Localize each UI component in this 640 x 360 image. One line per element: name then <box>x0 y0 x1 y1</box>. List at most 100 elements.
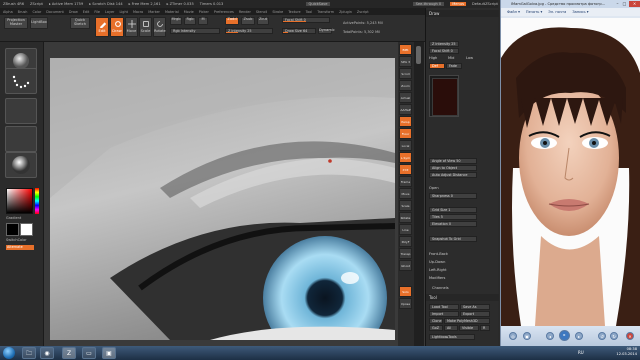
align-to-object-button[interactable]: Align to Object <box>429 165 477 171</box>
maximize-icon[interactable]: □ <box>621 1 628 7</box>
draw-palette-header[interactable]: Draw <box>426 10 499 17</box>
document-canvas[interactable] <box>50 58 395 340</box>
tray-divider[interactable] <box>414 42 424 346</box>
mrgb-button[interactable]: Mrgb <box>170 17 182 25</box>
focal-shift-slider-palette[interactable]: Focal Shift 0 <box>429 48 459 54</box>
menu-item[interactable]: Picker <box>199 10 209 14</box>
scroll-button[interactable]: Scroll <box>399 68 412 79</box>
menu-item[interactable]: Tool <box>306 10 313 14</box>
menu-item[interactable]: Material <box>165 10 179 14</box>
menu-item[interactable]: Alpha <box>3 10 13 14</box>
slideshow-icon[interactable]: ▸ <box>559 330 570 341</box>
material-thumbnail[interactable] <box>5 152 37 178</box>
up-down-label[interactable]: Up-Down <box>429 260 445 266</box>
snapshot-to-grid-button[interactable]: Snapshot To Grid <box>429 236 477 242</box>
fit-icon[interactable]: ▣ <box>523 332 531 340</box>
xpose-button[interactable]: Xpose <box>399 298 412 309</box>
see-through-slider[interactable]: See-through 0 <box>412 2 445 6</box>
tray-scroll-handle[interactable] <box>416 46 421 64</box>
start-button[interactable] <box>3 347 15 359</box>
zsub-button[interactable]: Zsub <box>241 17 255 25</box>
m-button[interactable]: M <box>198 17 208 25</box>
grid-size-slider[interactable]: Grid Size 1 <box>429 207 477 213</box>
burn-menu[interactable]: Запись ▾ <box>572 8 588 16</box>
menu-item[interactable]: Edit <box>83 10 90 14</box>
menu-item[interactable]: File <box>94 10 100 14</box>
lightbox-tools-button[interactable]: Lightbox▸Tools <box>429 334 475 340</box>
switch-color-button[interactable]: SwitchColor <box>6 238 27 242</box>
left-right-label[interactable]: Left-Right <box>429 268 447 274</box>
actual-button[interactable]: Actual <box>399 92 412 103</box>
goz-button[interactable]: GoZ <box>429 325 443 331</box>
polyf-button[interactable]: PolyF <box>399 236 412 247</box>
alpha-thumbnail[interactable] <box>5 98 37 124</box>
menu-item[interactable]: Stroke <box>272 10 283 14</box>
draw-button[interactable]: Draw <box>110 17 124 37</box>
default-zscript-button[interactable]: DefaultZScript <box>472 2 498 6</box>
rgb-button[interactable]: Rgb <box>184 17 196 25</box>
modifiers-label[interactable]: Modifiers <box>429 276 445 282</box>
hue-strip[interactable] <box>35 188 39 214</box>
menu-item[interactable]: Preferences <box>214 10 234 14</box>
solo-button[interactable]: Solo <box>399 286 412 297</box>
zcut-button[interactable]: Zcut <box>257 17 269 25</box>
z-intensity-slider-palette[interactable]: Z Intensity 25 <box>429 41 459 47</box>
visible-button[interactable]: Visible <box>459 325 479 331</box>
zoom-button[interactable]: Zoom <box>399 80 412 91</box>
language-indicator[interactable]: RU <box>578 350 584 355</box>
gradient-label[interactable]: Gradient <box>6 216 21 220</box>
move-button[interactable]: Move <box>125 17 138 37</box>
floor-button[interactable]: Floor <box>399 128 412 139</box>
zoom-icon[interactable]: ◎ <box>509 332 517 340</box>
all-button[interactable]: All <box>444 325 458 331</box>
scale-view-button[interactable]: Scale <box>399 200 412 211</box>
aahalf-button[interactable]: AAHalf <box>399 104 412 115</box>
draw-size-slider[interactable]: Draw Size 64 <box>282 28 316 34</box>
bpr-button[interactable]: BPR <box>399 44 412 55</box>
alternate-button[interactable]: Alternate <box>6 245 34 250</box>
menu-item[interactable]: Stencil <box>256 10 267 14</box>
rotate-button[interactable]: Rotate <box>153 17 166 37</box>
menu-item[interactable]: Color <box>32 10 41 14</box>
menu-item[interactable]: Texture <box>288 10 300 14</box>
clone-button[interactable]: Clone <box>429 318 443 324</box>
menu-item[interactable]: Layer <box>105 10 114 14</box>
import-button[interactable]: Import <box>429 311 459 317</box>
tiles-slider[interactable]: Tiles 5 <box>429 214 477 220</box>
focal-shift-slider[interactable]: Focal Shift 0 <box>282 17 330 23</box>
load-tool-button[interactable]: Load Tool <box>429 304 459 310</box>
quicksave-button[interactable]: QuickSave <box>305 2 331 6</box>
menu-item[interactable]: Draw <box>69 10 78 14</box>
draw-preview[interactable] <box>429 75 459 117</box>
menu-item[interactable]: Zscript <box>357 10 369 14</box>
sharpness-slider[interactable]: Sharpness 0 <box>429 193 477 199</box>
front-back-label[interactable]: Front-Back <box>429 252 448 258</box>
folder-taskbar-icon[interactable]: ▭ <box>82 347 96 359</box>
rotate-right-icon[interactable]: ↻ <box>610 332 618 340</box>
menu-item[interactable]: Brush <box>18 10 28 14</box>
zadd-button[interactable]: Zadd <box>225 17 239 25</box>
angle-of-view-slider[interactable]: Angle of View 50 <box>429 158 477 164</box>
explorer-icon[interactable]: 🗀 <box>22 347 36 359</box>
frame-button[interactable]: Frame <box>399 176 412 187</box>
edit-button[interactable]: Edit <box>95 17 109 37</box>
rgb-intensity-slider[interactable]: Rgb Intensity <box>170 28 220 34</box>
tool-palette-header[interactable]: Tool <box>426 294 499 301</box>
email-menu[interactable]: Эл. почта <box>548 8 566 16</box>
menu-item[interactable]: Marker <box>148 10 160 14</box>
move-view-button[interactable]: Move <box>399 188 412 199</box>
ghost-button[interactable]: Ghost <box>399 260 412 271</box>
save-as-button[interactable]: Save As <box>460 304 490 310</box>
next-icon[interactable]: ▸ <box>575 332 583 340</box>
stroke-thumbnail[interactable] <box>5 68 37 94</box>
fade-button[interactable]: Fade <box>446 63 462 69</box>
previous-icon[interactable]: ◂ <box>546 332 554 340</box>
menu-item[interactable]: Movie <box>184 10 194 14</box>
lightbox-button[interactable]: LightBox <box>30 17 48 29</box>
lsym-button[interactable]: L.Sym <box>399 152 412 163</box>
def-button[interactable]: Def <box>429 63 445 69</box>
xyz-button[interactable]: XYZ <box>399 164 412 175</box>
menus-button[interactable]: Menus <box>450 2 466 6</box>
main-color-swatch[interactable] <box>6 223 19 236</box>
close-icon[interactable]: × <box>629 1 640 7</box>
